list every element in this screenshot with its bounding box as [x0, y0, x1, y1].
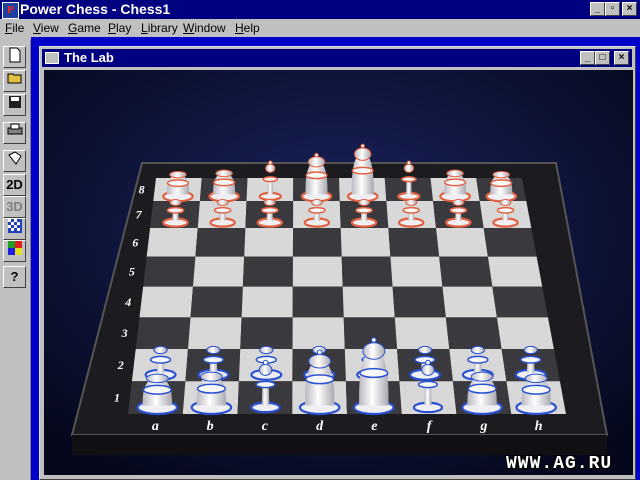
print-icon[interactable]: [3, 122, 26, 144]
board-window: The Lab _ □ × 87654321abcdefgh: [39, 46, 636, 480]
file-label: g: [479, 419, 487, 434]
board-square-b4[interactable]: [190, 286, 243, 318]
board-pattern-icon[interactable]: [3, 218, 26, 240]
board-square-f3[interactable]: [394, 317, 450, 349]
new-file-icon[interactable]: [3, 46, 26, 68]
file-label: c: [262, 419, 269, 434]
board-square-f4[interactable]: [392, 286, 446, 318]
app-icon[interactable]: P: [2, 2, 19, 19]
menu-window[interactable]: Window: [183, 21, 226, 35]
rank-label: 5: [129, 265, 135, 279]
file-label: e: [371, 419, 377, 434]
menu-game[interactable]: Game: [68, 21, 101, 35]
board-window-title-bar: The Lab _ □ ×: [42, 49, 632, 67]
board-setup-icon[interactable]: [3, 150, 26, 172]
menu-library[interactable]: Library: [141, 21, 178, 35]
restore-button[interactable]: ▫: [605, 2, 620, 16]
board-square-e5[interactable]: [341, 256, 393, 287]
board-square-d4[interactable]: [292, 286, 344, 318]
menu-file[interactable]: File: [5, 21, 24, 35]
board-square-g3[interactable]: [445, 317, 502, 349]
watermark: WWW.AG.RU: [506, 454, 613, 474]
board-square-c5[interactable]: [242, 256, 293, 287]
board-square-b6[interactable]: [195, 227, 246, 257]
board-square-h6[interactable]: [483, 227, 537, 257]
board-square-a6[interactable]: [146, 227, 198, 257]
rank-label: 1: [114, 391, 120, 405]
file-label: d: [316, 419, 324, 434]
chess-board-3d[interactable]: 87654321a b c d e f g h: [44, 70, 633, 475]
board-square-h4[interactable]: [492, 286, 548, 318]
rank-label: 2: [117, 358, 124, 372]
file-label: h: [535, 419, 543, 434]
child-minimize-button[interactable]: _: [580, 51, 595, 65]
view-3d-button[interactable]: 3D: [3, 196, 26, 218]
app-title-bar: P Power Chess - Chess1 _ ▫ ×: [0, 0, 640, 19]
file-label: b: [207, 419, 214, 434]
board-square-d6[interactable]: [292, 227, 342, 257]
board-square-a4[interactable]: [139, 286, 194, 318]
board-square-a3[interactable]: [135, 317, 191, 349]
board-square-e4[interactable]: [342, 286, 395, 318]
menu-bar: File View Game Play Library Window Help: [0, 19, 640, 37]
board-square-h3[interactable]: [496, 317, 554, 349]
board-square-e6[interactable]: [340, 227, 391, 257]
rank-label: 4: [124, 295, 131, 309]
toolbar: 2D 3D ?: [0, 40, 31, 480]
board-square-c6[interactable]: [244, 227, 294, 257]
board-square-b5[interactable]: [193, 256, 245, 287]
colors-icon[interactable]: [3, 240, 26, 262]
rank-label: 7: [136, 207, 143, 221]
minimize-button[interactable]: _: [590, 2, 605, 16]
board-window-title: The Lab: [64, 50, 114, 65]
close-button[interactable]: ×: [622, 2, 637, 16]
board-square-a5[interactable]: [143, 256, 196, 287]
child-close-button[interactable]: ×: [614, 51, 629, 65]
menu-view[interactable]: View: [33, 21, 59, 35]
rank-label: 6: [132, 235, 138, 249]
view-2d-button[interactable]: 2D: [3, 174, 26, 196]
board-square-c4[interactable]: [241, 286, 293, 318]
board-square-g6[interactable]: [436, 227, 488, 257]
menu-help[interactable]: Help: [235, 21, 260, 35]
board-square-f6[interactable]: [388, 227, 440, 257]
save-disk-icon[interactable]: [3, 94, 26, 116]
board-square-c3[interactable]: [240, 317, 293, 349]
child-maximize-button[interactable]: □: [595, 51, 610, 65]
board-square-g5[interactable]: [439, 256, 493, 287]
menu-play[interactable]: Play: [108, 21, 131, 35]
window-menu-icon[interactable]: [45, 52, 59, 64]
app-title: Power Chess - Chess1: [20, 1, 171, 17]
file-label: a: [152, 419, 159, 434]
rank-label: 8: [139, 182, 145, 196]
open-folder-icon[interactable]: [3, 70, 26, 92]
board-square-d5[interactable]: [292, 256, 343, 287]
help-button[interactable]: ?: [3, 266, 26, 288]
board-square-d3[interactable]: [292, 317, 345, 349]
board-square-b3[interactable]: [187, 317, 242, 349]
board-square-h5[interactable]: [487, 256, 543, 287]
board-square-f5[interactable]: [390, 256, 443, 287]
board-square-g4[interactable]: [442, 286, 497, 318]
rank-label: 3: [121, 326, 128, 340]
